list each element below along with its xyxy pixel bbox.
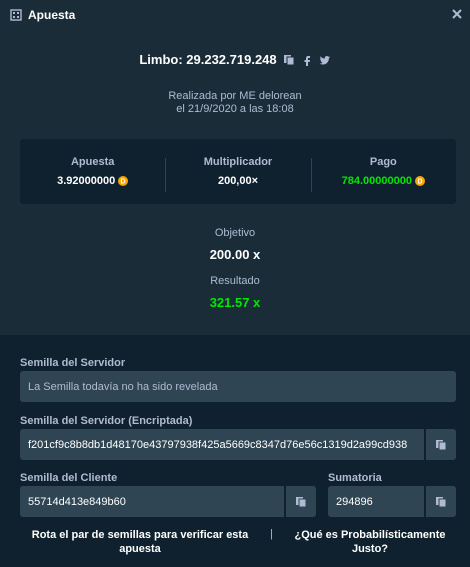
stat-multiplier: Multiplicador 200,00× — [165, 156, 310, 192]
server-seed-label: Semilla del Servidor — [20, 357, 126, 369]
close-icon[interactable] — [450, 7, 464, 21]
game-title-row: Limbo: 29.232.719.248 — [0, 52, 470, 67]
modal-header: Apuesta — [0, 0, 470, 30]
copy-icon — [296, 496, 307, 507]
target-label: Objetivo — [214, 227, 256, 239]
result-label: Resultado — [210, 275, 260, 287]
twitter-icon[interactable] — [319, 54, 331, 66]
copy-icon — [436, 439, 447, 450]
coin-icon: D — [118, 176, 129, 186]
bet-summary: Limbo: 29.232.719.248 Realizada por ME d… — [0, 30, 470, 335]
bet-stats-panel: Apuesta 3.92000000 D Multiplicador 200,0… — [20, 139, 456, 204]
server-seed-field[interactable]: La Semilla todavía no ha sido revelada — [20, 371, 456, 402]
target-value: 200.00 x — [209, 247, 261, 262]
nonce-field[interactable]: 294896 — [328, 486, 424, 517]
copy-client-seed-button[interactable] — [284, 486, 316, 517]
stat-payout-value-row: 784.00000000 D — [311, 175, 456, 187]
game-title: Limbo: 29.232.719.248 — [139, 52, 277, 67]
fairness-panel: Semilla del Servidor La Semilla todavía … — [0, 335, 470, 567]
stat-payout: Pago 784.00000000 D — [310, 156, 456, 192]
client-seed-field[interactable]: 55714d413e849b60 — [20, 486, 284, 517]
server-seed-hashed-field[interactable]: f201cf9c8b8db1d48170e43797938f425a5669c8… — [20, 429, 424, 460]
copy-icon — [436, 496, 447, 507]
copy-hashed-seed-button[interactable] — [424, 429, 456, 460]
provably-fair-link[interactable]: ¿Qué es Probabilísticamente Justo? — [292, 528, 448, 556]
links-separator: | — [270, 528, 273, 540]
svg-text:D: D — [417, 179, 422, 186]
stat-payout-value: 784.00000000 — [341, 175, 412, 187]
stat-multiplier-label: Multiplicador — [203, 156, 273, 168]
modal-title: Apuesta — [28, 8, 76, 22]
stat-bet-value: 3.92000000 — [57, 175, 116, 187]
placed-info: Realizada por ME delorean el 21/9/2020 a… — [0, 90, 470, 116]
facebook-icon[interactable] — [301, 54, 313, 66]
stat-multiplier-value: 200,00× — [217, 175, 259, 187]
receipt-icon — [10, 9, 22, 21]
nonce-label: Sumatoria — [328, 472, 382, 484]
stat-payout-label: Pago — [369, 156, 397, 168]
copy-nonce-button[interactable] — [424, 486, 456, 517]
result-value: 321.57 x — [209, 295, 261, 310]
placed-at: el 21/9/2020 a las 18:08 — [176, 103, 294, 115]
server-seed-hashed-label: Semilla del Servidor (Encriptada) — [20, 415, 193, 427]
stat-bet: Apuesta 3.92000000 D — [20, 156, 165, 187]
placed-by: Realizada por ME delorean — [168, 90, 302, 102]
coin-icon: D — [415, 176, 425, 186]
svg-text:D: D — [121, 179, 126, 186]
copy-icon[interactable] — [283, 54, 295, 66]
rotate-seeds-link[interactable]: Rota el par de semillas para verificar e… — [30, 528, 250, 556]
stat-bet-label: Apuesta — [70, 156, 115, 168]
stat-bet-value-row: 3.92000000 D — [20, 175, 165, 187]
client-seed-label: Semilla del Cliente — [20, 472, 118, 484]
